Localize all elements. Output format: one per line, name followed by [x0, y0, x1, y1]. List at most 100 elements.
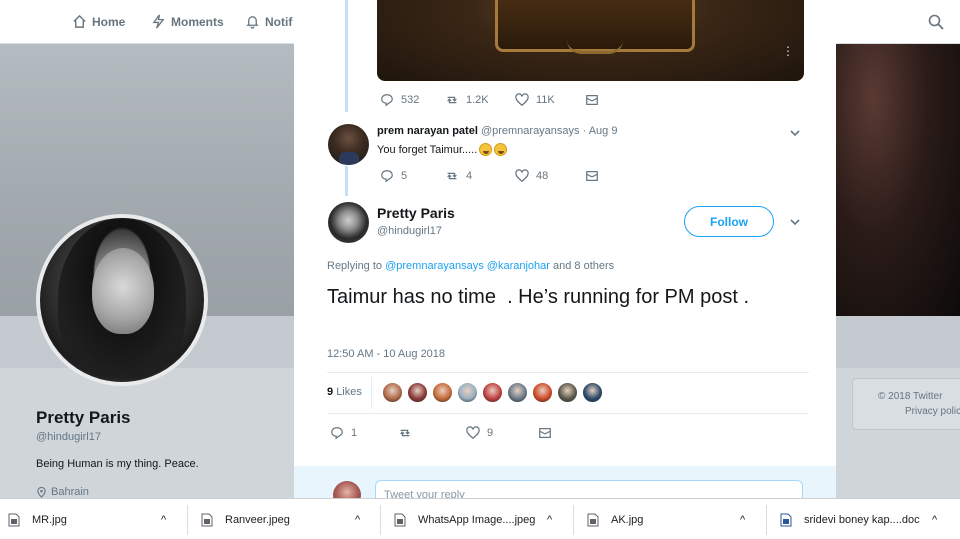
thread-line — [345, 166, 348, 196]
download-menu-button[interactable]: ^ — [932, 499, 937, 539]
nav-notifications-label: Notif — [265, 14, 293, 29]
liker-avatar[interactable] — [582, 382, 603, 403]
tweet-media-image[interactable]: ⋮ — [377, 0, 804, 81]
download-filename: sridevi boney kap....doc — [804, 513, 920, 526]
reply-button[interactable]: 5 — [380, 169, 445, 183]
chevron-up-icon: ^ — [355, 513, 361, 526]
main-tweet-actions: 1 9 — [330, 426, 552, 440]
tweet-timestamp[interactable]: 12:50 AM - 10 Aug 2018 — [327, 348, 445, 360]
divider — [327, 372, 809, 373]
reply-tweet-text: You forget Taimur..... — [377, 143, 508, 156]
profile-avatar[interactable] — [36, 214, 208, 386]
search-icon[interactable] — [928, 14, 944, 30]
message-button[interactable] — [585, 169, 599, 183]
download-menu-button[interactable]: ^ — [740, 499, 745, 539]
main-author-avatar[interactable] — [328, 202, 369, 243]
retweet-icon — [447, 96, 457, 104]
word-file-icon — [780, 513, 792, 526]
chevron-up-icon: ^ — [740, 513, 746, 526]
retweet-button[interactable]: 1.2K — [445, 93, 515, 107]
message-button[interactable] — [538, 426, 552, 440]
profile-location-label: Bahrain — [51, 486, 89, 498]
profile-location: Bahrain — [36, 486, 89, 498]
cover-photo-image — [836, 44, 960, 316]
retweet-count: 1.2K — [466, 94, 489, 106]
downloads-bar: MR.jpg ^ Ranveer.jpeg ^ WhatsApp Image..… — [0, 498, 960, 539]
reply-tweet-actions: 5 4 48 — [380, 169, 599, 183]
retweet-button[interactable]: 4 — [445, 169, 515, 183]
download-item[interactable]: Ranveer.jpeg — [201, 499, 290, 539]
reply-author-name: prem narayan patel — [377, 125, 478, 137]
reply-button[interactable]: 532 — [380, 93, 445, 107]
liker-avatar[interactable] — [432, 382, 453, 403]
likes-stat[interactable]: 9 Likes — [327, 386, 362, 398]
liker-avatar[interactable] — [457, 382, 478, 403]
chevron-down-icon[interactable] — [789, 127, 801, 139]
reply-button[interactable]: 1 — [330, 426, 398, 440]
profile-bio: Being Human is my thing. Peace. — [36, 458, 199, 470]
retweet-count: 4 — [466, 170, 473, 182]
reply-icon — [381, 94, 393, 107]
liker-avatar[interactable] — [532, 382, 553, 403]
download-item[interactable]: AK.jpg — [587, 499, 643, 539]
footer-privacy-link[interactable]: Privacy polic — [905, 406, 960, 417]
chevron-up-icon: ^ — [547, 513, 553, 526]
likes-count: 9 — [327, 386, 334, 398]
reply-author[interactable]: prem narayan patel @premnarayansays · Au… — [377, 125, 617, 137]
nav-home[interactable]: Home — [72, 14, 125, 29]
chevron-up-icon: ^ — [161, 513, 167, 526]
location-pin-icon — [37, 486, 46, 498]
download-menu-button[interactable]: ^ — [355, 499, 360, 539]
envelope-icon — [586, 171, 598, 181]
liker-avatar[interactable] — [382, 382, 403, 403]
like-button[interactable]: 9 — [466, 426, 538, 440]
heart-icon — [515, 93, 529, 107]
like-button[interactable]: 48 — [515, 169, 585, 183]
liker-avatar[interactable] — [407, 382, 428, 403]
main-author-name[interactable]: Pretty Paris — [377, 205, 455, 221]
like-button[interactable]: 11K — [515, 93, 585, 107]
main-author-handle[interactable]: @hindugirl17 — [377, 225, 442, 237]
likers-avatars — [382, 382, 603, 403]
retweet-icon — [447, 172, 457, 180]
liker-avatar[interactable] — [482, 382, 503, 403]
replying-to-prefix: Replying to — [327, 260, 383, 272]
reply-tweet-text-content: You forget Taimur..... — [377, 143, 478, 156]
divider — [327, 413, 809, 414]
profile-name[interactable]: Pretty Paris — [36, 408, 131, 428]
nav-notifications[interactable]: Notif — [245, 14, 292, 29]
chevron-down-icon[interactable] — [789, 216, 801, 228]
follow-button[interactable]: Follow — [684, 206, 774, 237]
message-button[interactable] — [585, 93, 599, 107]
download-item[interactable]: MR.jpg — [8, 499, 67, 539]
retweet-button[interactable] — [398, 426, 466, 440]
replying-to-link-1[interactable]: @premnarayansays — [385, 260, 484, 272]
heart-icon — [466, 426, 480, 440]
screenshot: Home Moments Notif © 2018 Twitter Privac… — [0, 0, 960, 539]
reply-count: 1 — [351, 427, 358, 439]
replying-to: Replying to @premnarayansays @karanjohar… — [327, 260, 614, 272]
parent-tweet-actions: 532 1.2K 11K — [380, 93, 599, 107]
like-count: 11K — [536, 94, 555, 106]
nav-moments-label: Moments — [171, 14, 224, 29]
envelope-icon — [586, 95, 598, 105]
liker-avatar[interactable] — [507, 382, 528, 403]
image-file-icon — [587, 513, 599, 526]
download-filename: AK.jpg — [611, 513, 644, 526]
liker-avatar[interactable] — [557, 382, 578, 403]
laughing-emoji-icon — [494, 143, 508, 156]
replying-to-suffix[interactable]: and 8 others — [553, 260, 614, 272]
media-more-icon[interactable]: ⋮ — [782, 44, 794, 58]
nav-moments[interactable]: Moments — [151, 14, 224, 29]
replying-to-link-2[interactable]: @karanjohar — [487, 260, 550, 272]
download-filename: MR.jpg — [32, 513, 67, 526]
download-menu-button[interactable]: ^ — [547, 499, 552, 539]
reply-count: 532 — [401, 94, 420, 106]
download-item[interactable]: WhatsApp Image....jpeg — [394, 499, 535, 539]
download-item[interactable]: sridevi boney kap....doc — [780, 499, 920, 539]
bell-icon — [246, 16, 259, 29]
download-menu-button[interactable]: ^ — [161, 499, 166, 539]
reply-author-avatar[interactable] — [328, 124, 369, 165]
footer-box — [852, 378, 960, 430]
footer-copyright[interactable]: © 2018 Twitter — [878, 391, 942, 402]
